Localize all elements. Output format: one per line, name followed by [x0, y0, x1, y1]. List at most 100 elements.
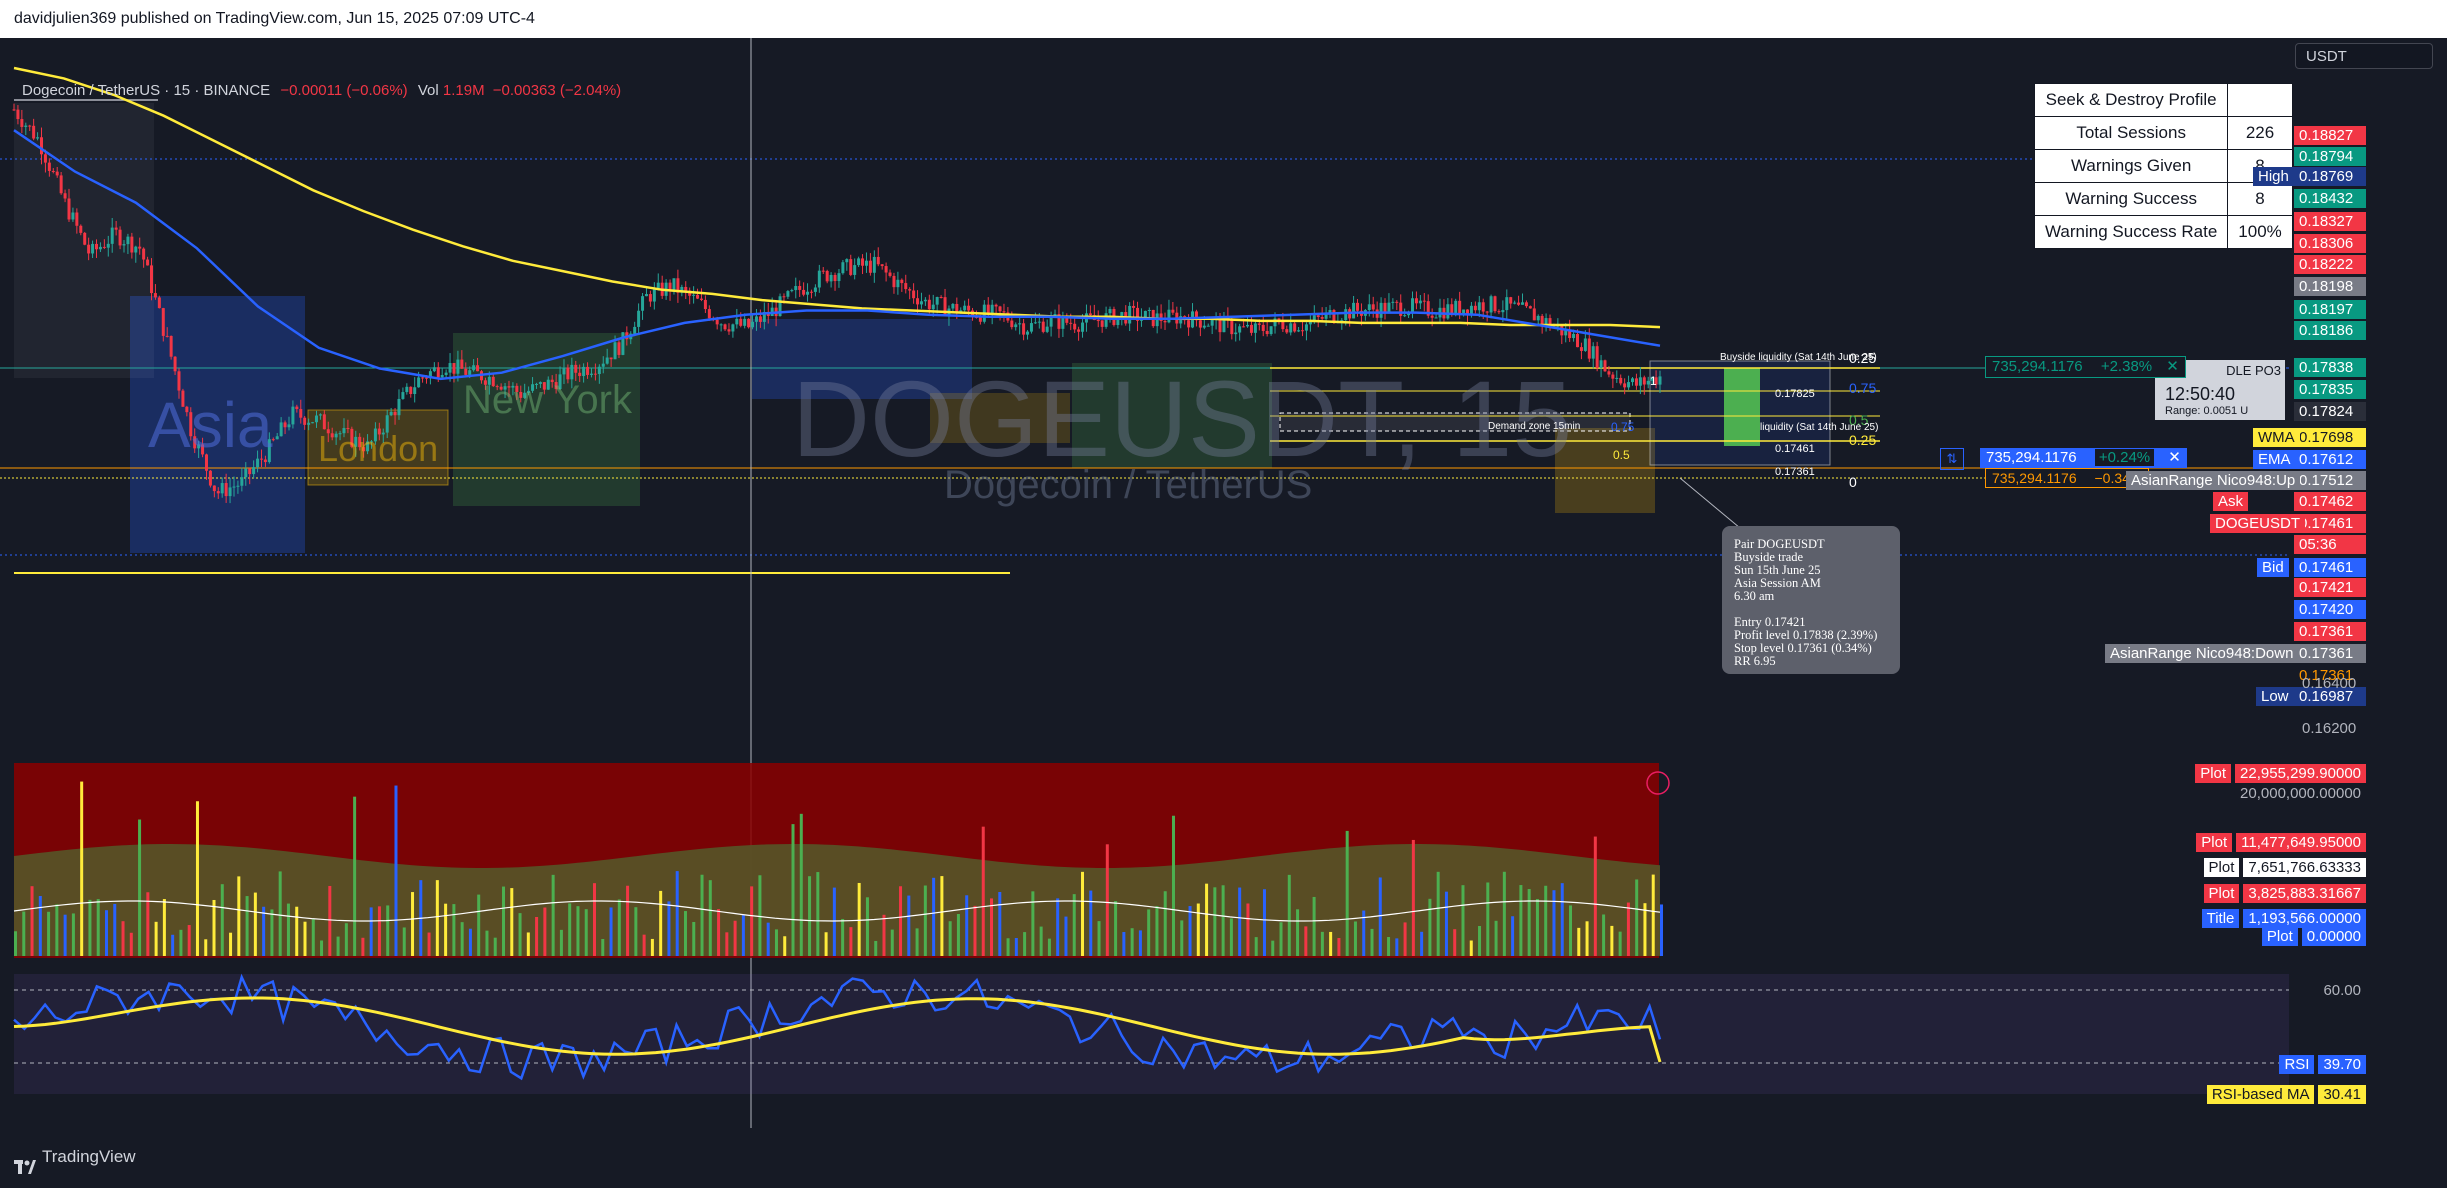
symbol-legend[interactable]: Dogecoin / TetherUS · 15 · BINANCE −0.00…	[22, 82, 621, 99]
candle-body	[122, 244, 126, 246]
zone-label-buyside: Buyside liquidity (Sat 14th June 25)	[1720, 352, 1877, 363]
candle-body	[252, 467, 256, 475]
candle-body	[1108, 308, 1112, 314]
volume-bar	[741, 915, 745, 956]
fib-label: 0.25	[1849, 432, 1877, 448]
volume-bar	[1436, 871, 1440, 956]
candle-body	[872, 256, 876, 273]
candle-body	[322, 414, 326, 430]
candle-body	[1104, 313, 1108, 327]
candle-body	[232, 486, 236, 488]
candle-body	[1014, 324, 1018, 328]
candle-body	[1607, 371, 1611, 375]
table-cell-value: 100%	[2227, 215, 2293, 249]
volume-bar	[774, 929, 778, 956]
volume-bar	[1287, 874, 1291, 956]
candle-body	[939, 296, 943, 298]
candle-body	[1029, 323, 1033, 332]
candle-body	[220, 483, 224, 494]
indicator-tag: High	[2253, 167, 2294, 186]
close-icon[interactable]: ✕	[2166, 358, 2179, 375]
candle-body	[409, 386, 413, 395]
candle-body	[743, 318, 747, 326]
candle-body	[1069, 322, 1073, 324]
position-label[interactable]: 735,294.1176 +0.24% ✕	[1980, 448, 2187, 468]
position-label[interactable]: 735,294.1176 −0.34%	[1985, 468, 2150, 488]
volume-bar	[1577, 927, 1581, 956]
currency-selector[interactable]: USDT	[2295, 43, 2433, 69]
volume-bar	[1279, 922, 1283, 956]
volume-bar	[526, 932, 530, 956]
candle-body	[1253, 323, 1257, 333]
position-label[interactable]: 735,294.1176 +2.38% ✕	[1985, 356, 2186, 378]
table-row: Warning Success 8	[2033, 182, 2293, 216]
volume-bar	[675, 871, 679, 956]
volume-bar	[1569, 905, 1573, 956]
candle-body	[605, 357, 609, 364]
candle-body	[751, 321, 755, 328]
volume-bar	[584, 909, 588, 956]
chart-area[interactable]: DOGEUSDT, 15 Dogecoin / TetherUS Asia Lo…	[0, 38, 2447, 1164]
candle-body	[864, 260, 868, 266]
candle-body	[1634, 378, 1638, 386]
volume-bar	[187, 925, 191, 956]
timer-title: DLE PO3	[2226, 363, 2281, 378]
position-side-icon[interactable]: ⇅	[1940, 448, 1964, 470]
candle-body	[1206, 325, 1210, 327]
volume-bar	[626, 885, 630, 956]
candle-body	[715, 319, 719, 325]
volume-bar	[1461, 885, 1465, 956]
volume-bar	[1651, 874, 1655, 956]
candle-body	[562, 367, 566, 375]
axis-tag: Plot 3,825,883.31667	[2203, 884, 2366, 903]
volume-bar	[353, 796, 357, 956]
volume-bar	[1420, 931, 1424, 956]
candle-body	[790, 290, 794, 292]
candle-body	[1026, 331, 1030, 335]
volume-bar	[369, 907, 373, 956]
volume-bar	[1089, 890, 1093, 956]
volume-bar	[1387, 937, 1391, 956]
axis-tag-label: Title	[2201, 909, 2240, 928]
candle-body	[1234, 332, 1238, 335]
volume-bar	[1337, 938, 1341, 956]
candle-body	[43, 154, 47, 163]
candle-body	[951, 303, 955, 309]
volume-bar	[1138, 930, 1142, 956]
candle-body	[593, 373, 597, 375]
candle-body	[923, 299, 927, 302]
candle-body	[798, 286, 802, 290]
candle-body	[806, 291, 810, 295]
volume-bar	[1552, 890, 1556, 956]
close-icon[interactable]: ✕	[2168, 449, 2181, 466]
volume-bar	[766, 922, 770, 956]
volume-bar	[1544, 885, 1548, 956]
trade-note[interactable]: Pair DOGEUSDT Buyside trade Sun 15th Jun…	[1722, 526, 1900, 674]
candle-body	[1430, 315, 1434, 318]
candle-body	[1041, 321, 1045, 332]
axis-tag: Plot 11,477,649.95000	[2196, 833, 2366, 852]
volume-value: 1.19M	[442, 82, 485, 99]
price-tag: 0.17835	[2294, 380, 2366, 399]
candle-body	[1297, 330, 1301, 332]
candle-body	[739, 318, 743, 326]
volume-bar	[1205, 883, 1209, 956]
candle-body	[1352, 302, 1356, 319]
candle-body	[998, 306, 1002, 312]
price-axis-tick: 0.16400	[2302, 675, 2357, 692]
candle-body	[1485, 311, 1489, 313]
price-tag: 0.17420	[2294, 600, 2366, 619]
candle-body	[609, 357, 613, 360]
candle-body	[1265, 330, 1269, 335]
candle-body	[1505, 297, 1509, 311]
volume-bar	[1047, 938, 1051, 956]
candle-body	[1517, 302, 1521, 305]
volume-bar	[576, 906, 580, 956]
volume-bar	[270, 909, 274, 956]
price-tag: 0.18198	[2294, 277, 2366, 296]
volume-bar	[1254, 937, 1258, 956]
axis-tag: Plot 0.00000	[2261, 927, 2366, 946]
session-label-asia: Asia	[148, 389, 273, 461]
candle-body	[868, 260, 872, 273]
tradingview-logo-icon	[14, 1150, 36, 1174]
